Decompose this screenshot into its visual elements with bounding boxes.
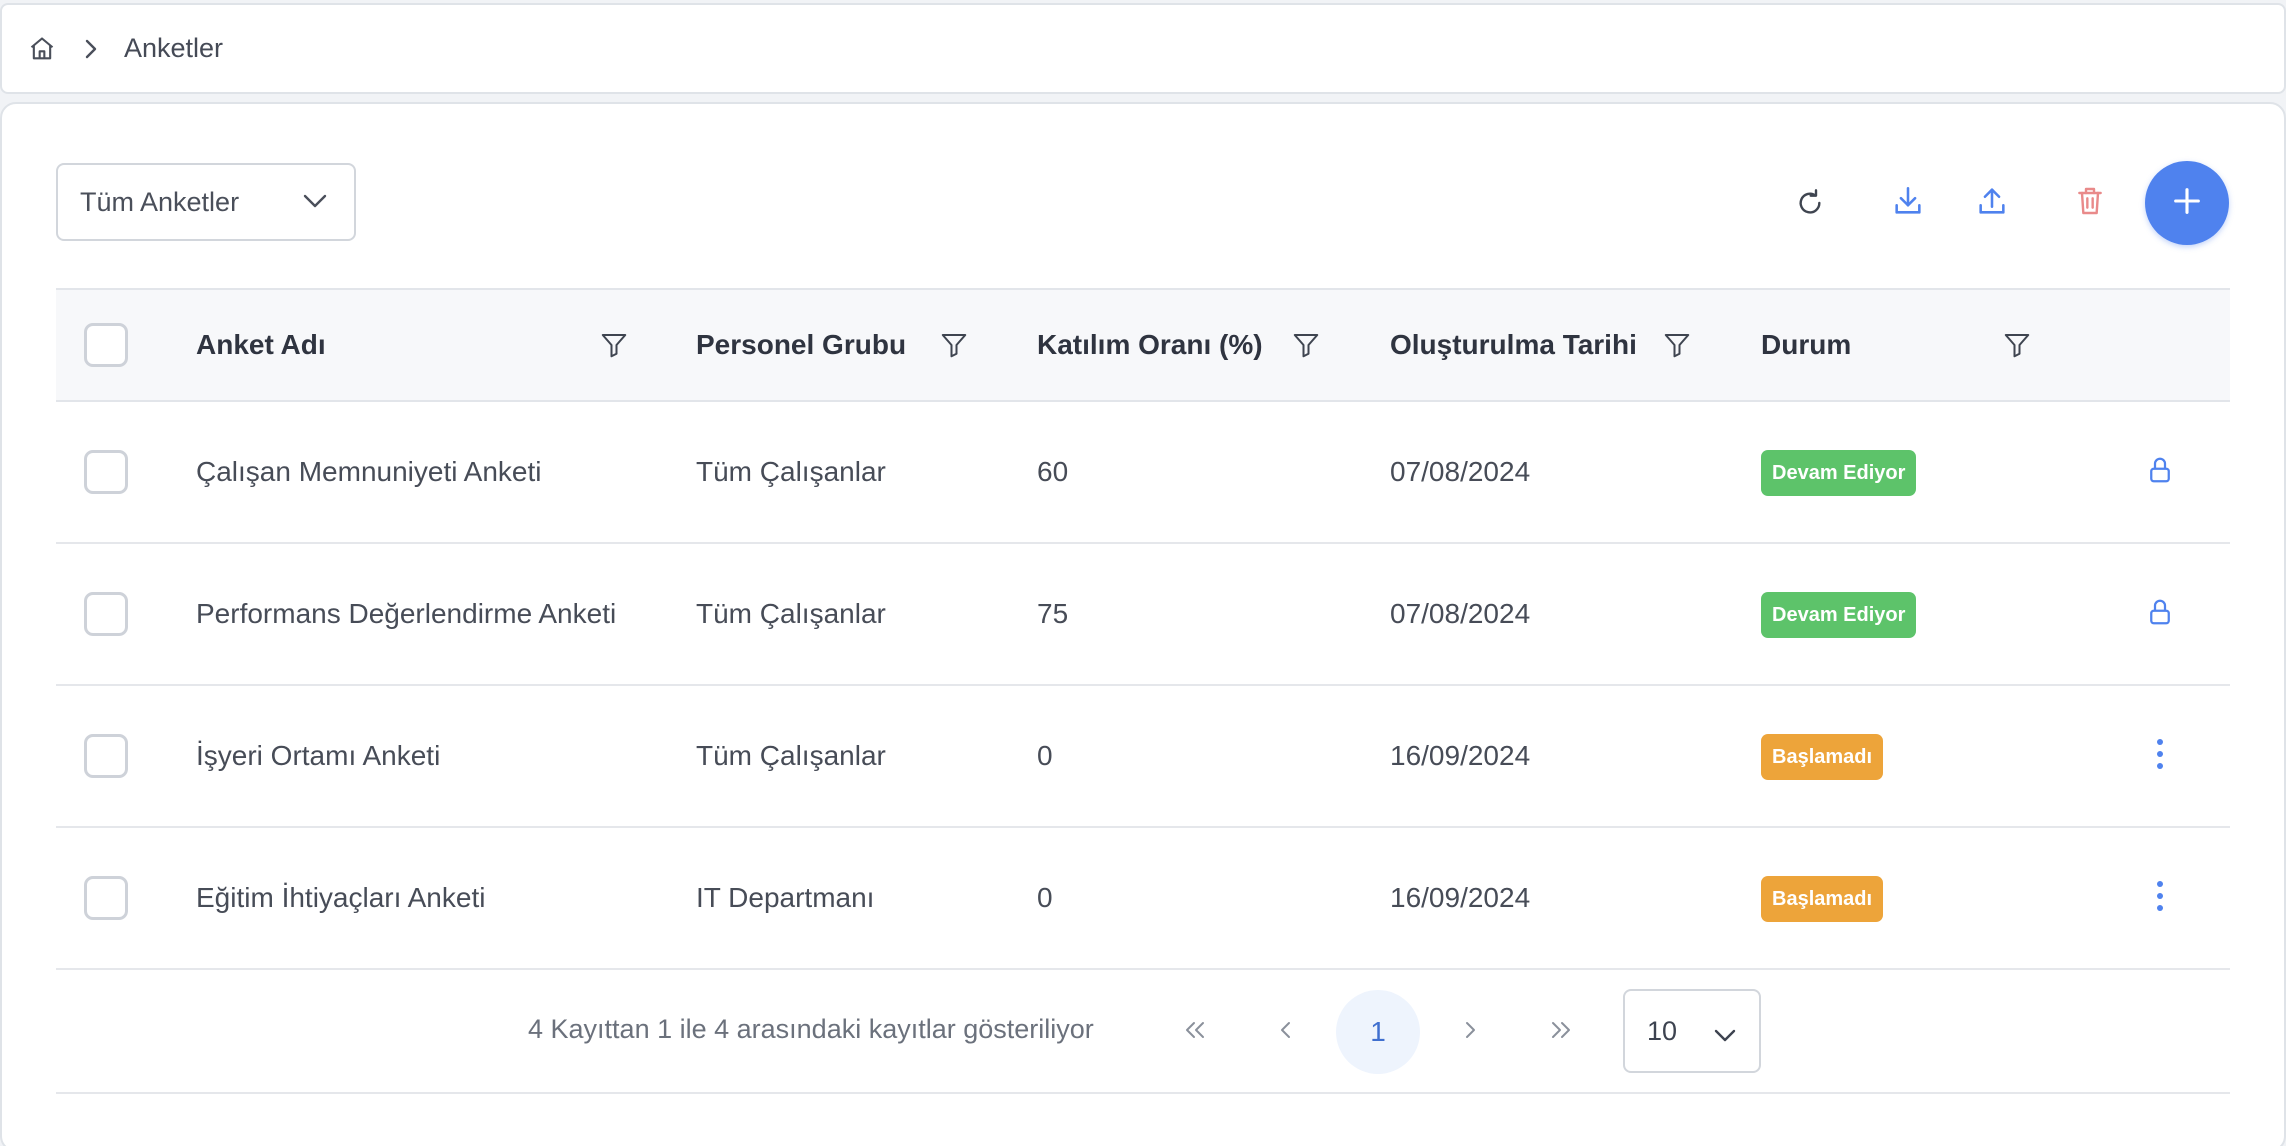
column-header-participation-rate[interactable]: Katılım Oranı (%) — [1037, 290, 1263, 400]
row-checkbox[interactable] — [84, 876, 128, 920]
filter-icon[interactable] — [1660, 328, 1694, 362]
upload-icon — [1975, 184, 2009, 223]
survey-filter-select[interactable]: Tüm Anketler — [56, 163, 356, 241]
home-icon[interactable] — [26, 33, 58, 65]
plus-icon — [2170, 184, 2204, 223]
lock-icon — [2145, 596, 2175, 633]
filter-icon[interactable] — [2000, 328, 2034, 362]
survey-name: İşyeri Ortamı Anketi — [196, 740, 441, 771]
participation-rate: 0 — [1037, 740, 1053, 771]
created-date: 07/08/2024 — [1390, 598, 1531, 629]
pagination: 4 Kayıttan 1 ile 4 arasındaki kayıtlar g… — [56, 970, 2230, 1094]
participation-rate: 75 — [1037, 598, 1069, 629]
lock-icon — [2145, 454, 2175, 491]
status-badge: Başlamadı — [1761, 876, 1884, 922]
previous-page-button[interactable] — [1256, 1002, 1316, 1062]
status-badge: Devam Ediyor — [1761, 592, 1917, 638]
lock-button[interactable] — [2136, 590, 2184, 638]
download-button[interactable] — [1880, 175, 1936, 231]
row-checkbox[interactable] — [84, 450, 128, 494]
breadcrumb: Anketler — [0, 3, 2286, 94]
chevrons-right-icon — [1547, 1018, 1575, 1047]
status-badge: Başlamadı — [1761, 734, 1884, 780]
staff-group: Tüm Çalışanlar — [696, 456, 886, 487]
chevron-right-icon — [76, 33, 106, 65]
breadcrumb-current: Anketler — [124, 33, 224, 63]
download-icon — [1891, 184, 1925, 223]
staff-group: Tüm Çalışanlar — [696, 740, 886, 771]
table-row[interactable]: Eğitim İhtiyaçları Anketi IT Departmanı … — [56, 828, 2230, 970]
column-header-created-date[interactable]: Oluşturulma Tarihi — [1390, 290, 1637, 400]
table-row[interactable]: Çalışan Memnuniyeti Anketi Tüm Çalışanla… — [56, 402, 2230, 544]
column-header-status[interactable]: Durum — [1761, 290, 1851, 400]
next-page-button[interactable] — [1440, 1002, 1500, 1062]
filter-icon[interactable] — [1289, 328, 1323, 362]
rows-per-page-value: 10 — [1647, 1015, 1678, 1046]
row-menu-button[interactable] — [2136, 732, 2184, 780]
chevron-left-icon — [1276, 1018, 1296, 1047]
column-header-survey-name[interactable]: Anket Adı — [196, 290, 326, 400]
chevron-down-icon — [302, 192, 328, 215]
row-checkbox[interactable] — [84, 734, 128, 778]
filter-icon[interactable] — [937, 328, 971, 362]
lock-button[interactable] — [2136, 448, 2184, 496]
survey-name: Performans Değerlendirme Anketi — [196, 598, 617, 629]
refresh-button[interactable] — [1782, 177, 1838, 233]
last-page-button[interactable] — [1531, 1002, 1591, 1062]
created-date: 16/09/2024 — [1390, 740, 1531, 771]
survey-name: Eğitim İhtiyaçları Anketi — [196, 882, 486, 913]
upload-button[interactable] — [1964, 175, 2020, 231]
add-survey-button[interactable] — [2145, 161, 2229, 245]
table-row[interactable]: İşyeri Ortamı Anketi Tüm Çalışanlar 0 16… — [56, 686, 2230, 828]
first-page-button[interactable] — [1165, 1002, 1225, 1062]
delete-button[interactable] — [2062, 175, 2118, 231]
survey-filter-value: Tüm Anketler — [80, 186, 240, 217]
filter-icon[interactable] — [597, 328, 631, 362]
surveys-table: Anket Adı Personel Grubu Katılım Oranı (… — [56, 288, 2230, 970]
select-all-checkbox[interactable] — [84, 323, 128, 367]
survey-name: Çalışan Memnuniyeti Anketi — [196, 456, 542, 487]
created-date: 16/09/2024 — [1390, 882, 1531, 913]
chevron-down-icon — [1713, 1021, 1737, 1052]
surveys-card: Tüm Anketler Anket Adı Personel Grubu Ka… — [0, 102, 2286, 1146]
more-vertical-icon — [2154, 737, 2166, 776]
row-menu-button[interactable] — [2136, 874, 2184, 922]
table-row[interactable]: Performans Değerlendirme Anketi Tüm Çalı… — [56, 544, 2230, 686]
column-header-staff-group[interactable]: Personel Grubu — [696, 290, 906, 400]
row-checkbox[interactable] — [84, 592, 128, 636]
table-header: Anket Adı Personel Grubu Katılım Oranı (… — [56, 288, 2230, 402]
staff-group: IT Departmanı — [696, 882, 875, 913]
staff-group: Tüm Çalışanlar — [696, 598, 886, 629]
participation-rate: 0 — [1037, 882, 1053, 913]
trash-icon — [2074, 184, 2106, 223]
more-vertical-icon — [2154, 879, 2166, 918]
status-badge: Devam Ediyor — [1761, 450, 1917, 496]
created-date: 07/08/2024 — [1390, 456, 1531, 487]
rows-per-page-select[interactable]: 10 — [1623, 989, 1761, 1073]
refresh-icon — [1794, 187, 1826, 224]
page-button-current[interactable]: 1 — [1336, 990, 1420, 1074]
pagination-info: 4 Kayıttan 1 ile 4 arasındaki kayıtlar g… — [528, 1014, 1094, 1044]
chevron-right-icon — [1460, 1018, 1480, 1047]
chevrons-left-icon — [1181, 1018, 1209, 1047]
participation-rate: 60 — [1037, 456, 1069, 487]
